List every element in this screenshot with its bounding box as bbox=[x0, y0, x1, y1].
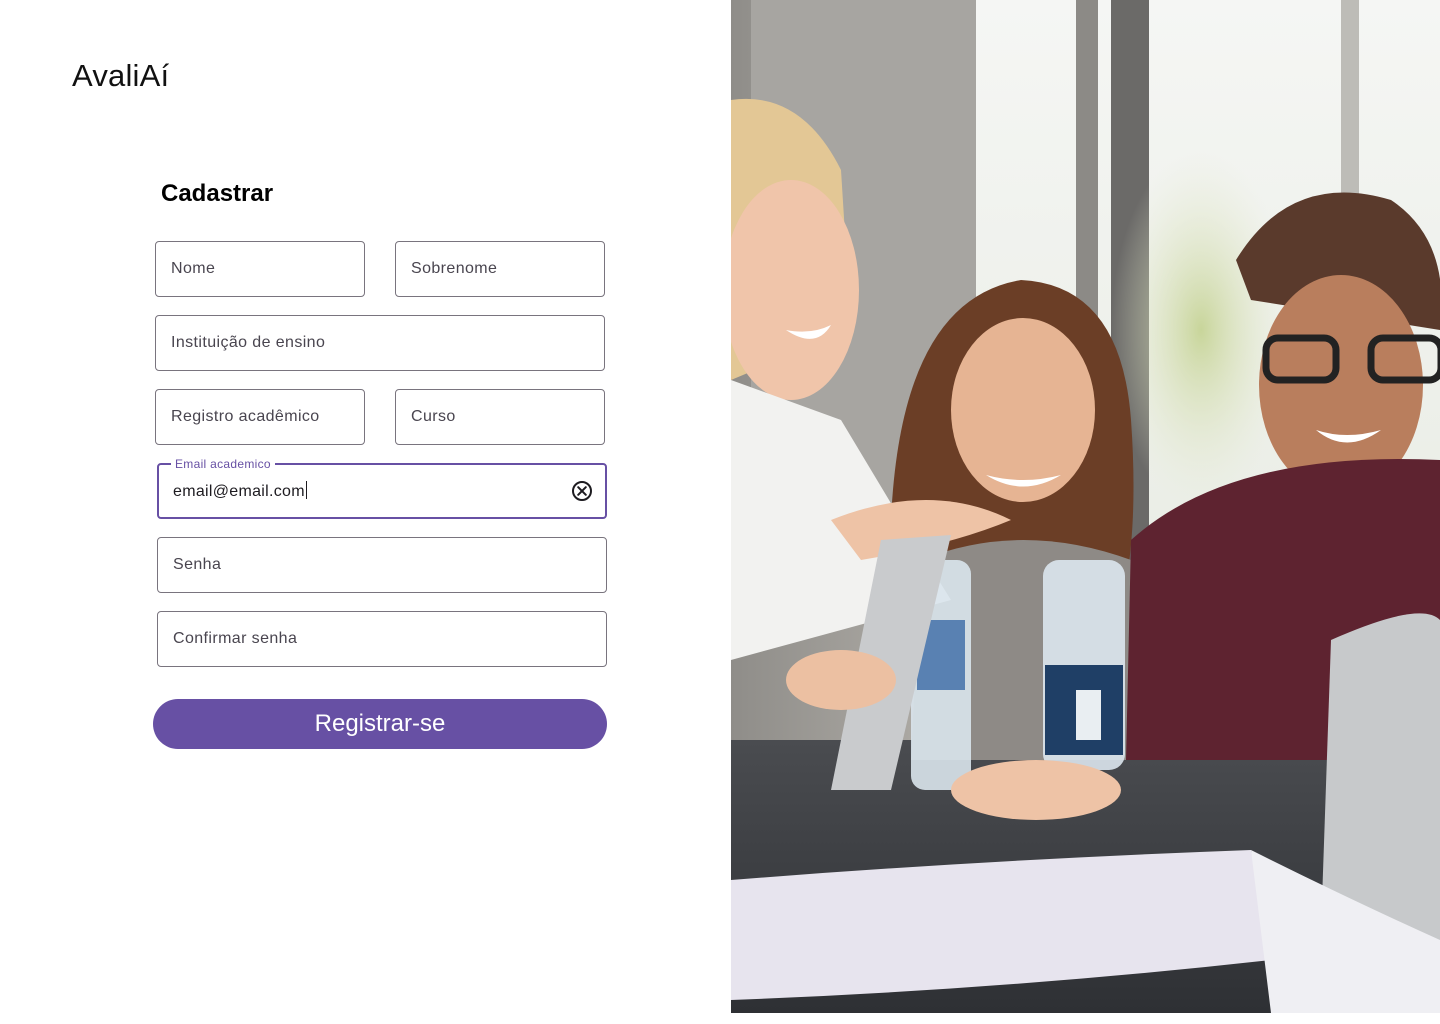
password-field[interactable]: Senha bbox=[157, 537, 607, 593]
text-caret bbox=[305, 481, 307, 499]
form-title: Cadastrar bbox=[161, 180, 274, 207]
password-placeholder: Senha bbox=[173, 556, 222, 573]
last-name-field[interactable]: Sobrenome bbox=[395, 241, 605, 297]
clear-icon[interactable] bbox=[571, 480, 593, 502]
email-field[interactable]: Email academico email@email.com bbox=[157, 456, 607, 519]
students-photo bbox=[731, 0, 1440, 1013]
email-field-value: email@email.com bbox=[173, 481, 307, 501]
course-field[interactable]: Curso bbox=[395, 389, 605, 445]
course-placeholder: Curso bbox=[411, 408, 456, 425]
institution-placeholder: Instituição de ensino bbox=[171, 334, 326, 351]
first-name-field[interactable]: Nome bbox=[155, 241, 365, 297]
email-value-text: email@email.com bbox=[173, 483, 305, 500]
confirm-password-placeholder: Confirmar senha bbox=[173, 630, 298, 647]
academic-record-placeholder: Registro acadêmico bbox=[171, 408, 320, 425]
academic-record-field[interactable]: Registro acadêmico bbox=[155, 389, 365, 445]
email-field-label: Email academico bbox=[171, 456, 275, 472]
app-logo: AvaliAí bbox=[72, 58, 170, 93]
first-name-placeholder: Nome bbox=[171, 260, 216, 277]
last-name-placeholder: Sobrenome bbox=[411, 260, 498, 277]
register-button[interactable]: Registrar-se bbox=[153, 699, 607, 749]
confirm-password-field[interactable]: Confirmar senha bbox=[157, 611, 607, 667]
institution-field[interactable]: Instituição de ensino bbox=[155, 315, 605, 371]
